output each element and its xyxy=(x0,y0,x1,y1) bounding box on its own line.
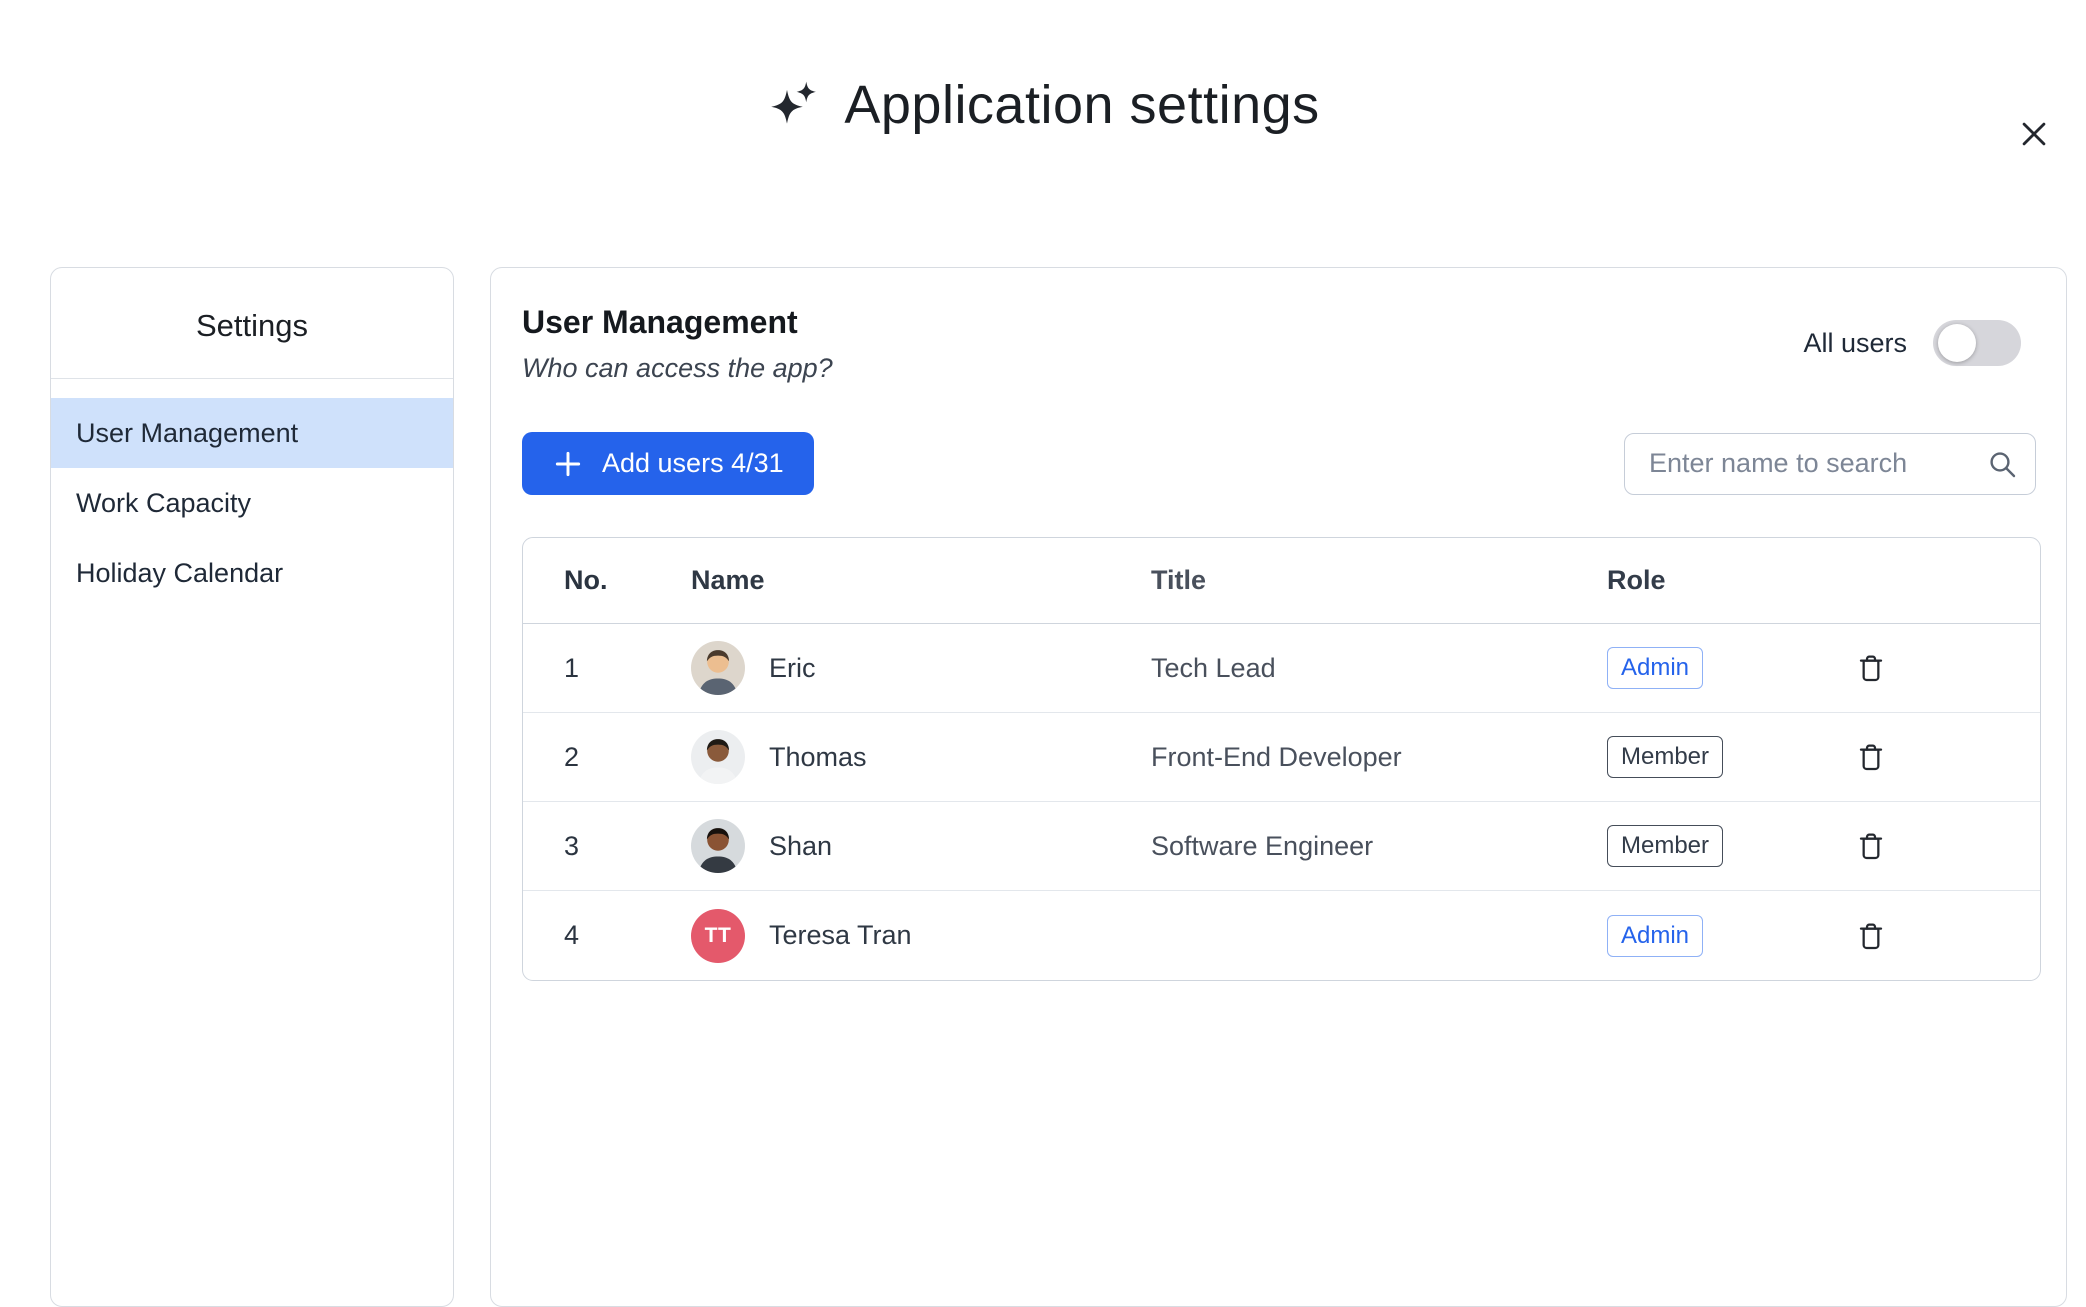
column-header-title: Title xyxy=(1123,565,1579,596)
avatar xyxy=(691,730,745,784)
plus-icon xyxy=(552,448,584,480)
panel-subtitle: Who can access the app? xyxy=(522,353,833,384)
delete-user-button[interactable] xyxy=(1855,652,1887,684)
table-row: 3 Shan Software Engineer Member xyxy=(523,802,2040,891)
trash-icon xyxy=(1855,652,1887,684)
close-button[interactable] xyxy=(2014,114,2054,154)
user-name: Shan xyxy=(769,831,832,862)
cell-role: Admin xyxy=(1579,647,1827,689)
cell-no: 2 xyxy=(523,742,663,773)
table-row: 4 TT Teresa Tran Admin xyxy=(523,891,2040,980)
search-input[interactable] xyxy=(1624,433,2036,495)
delete-user-button[interactable] xyxy=(1855,920,1887,952)
user-name: Thomas xyxy=(769,742,867,773)
cell-actions xyxy=(1827,920,2040,952)
add-users-label: Add users 4/31 xyxy=(602,448,784,479)
cell-no: 1 xyxy=(523,653,663,684)
all-users-toggle[interactable] xyxy=(1933,320,2021,366)
sidebar-item-user-management[interactable]: User Management xyxy=(51,398,453,468)
avatar xyxy=(691,641,745,695)
cell-title: Software Engineer xyxy=(1123,831,1579,862)
cell-name: TT Teresa Tran xyxy=(663,909,1123,963)
settings-sidebar: Settings User Management Work Capacity H… xyxy=(50,267,454,1307)
cell-title: Front-End Developer xyxy=(1123,742,1579,773)
close-icon xyxy=(2017,117,2051,151)
avatar xyxy=(691,819,745,873)
cell-actions xyxy=(1827,652,2040,684)
cell-role: Member xyxy=(1579,825,1827,867)
delete-user-button[interactable] xyxy=(1855,741,1887,773)
users-table: No. Name Title Role 1 Eric Tech Lead Adm… xyxy=(522,537,2041,981)
column-header-no: No. xyxy=(523,565,663,596)
cell-title: Tech Lead xyxy=(1123,653,1579,684)
trash-icon xyxy=(1855,830,1887,862)
role-badge[interactable]: Admin xyxy=(1607,915,1703,957)
sidebar-item-holiday-calendar[interactable]: Holiday Calendar xyxy=(51,538,453,608)
cell-no: 4 xyxy=(523,920,663,951)
cell-name: Eric xyxy=(663,641,1123,695)
application-settings-dialog: { "dialog": { "title": "Application sett… xyxy=(0,74,2086,1244)
all-users-control: All users xyxy=(1803,320,2021,366)
users-table-header: No. Name Title Role xyxy=(523,538,2040,624)
cell-actions xyxy=(1827,830,2040,862)
person-avatar-icon xyxy=(691,819,745,873)
toggle-knob xyxy=(1938,324,1976,362)
all-users-label: All users xyxy=(1803,328,1907,359)
person-avatar-icon xyxy=(691,730,745,784)
cell-role: Member xyxy=(1579,736,1827,778)
user-name: Eric xyxy=(769,653,816,684)
role-badge[interactable]: Member xyxy=(1607,825,1723,867)
avatar-initials: TT xyxy=(705,924,732,948)
role-badge[interactable]: Admin xyxy=(1607,647,1703,689)
panel-heading-group: User Management Who can access the app? xyxy=(522,304,833,384)
delete-user-button[interactable] xyxy=(1855,830,1887,862)
column-header-name: Name xyxy=(663,565,1123,596)
sidebar-title: Settings xyxy=(51,268,453,379)
person-avatar-icon xyxy=(691,641,745,695)
cell-name: Thomas xyxy=(663,730,1123,784)
trash-icon xyxy=(1855,741,1887,773)
cell-actions xyxy=(1827,741,2040,773)
search-box xyxy=(1624,433,2036,495)
add-users-button[interactable]: Add users 4/31 xyxy=(522,432,814,495)
cell-name: Shan xyxy=(663,819,1123,873)
user-management-panel: User Management Who can access the app? … xyxy=(490,267,2067,1307)
column-header-role: Role xyxy=(1579,565,1827,596)
role-badge[interactable]: Member xyxy=(1607,736,1723,778)
user-name: Teresa Tran xyxy=(769,920,912,951)
sparkles-icon xyxy=(766,77,822,133)
dialog-title: Application settings xyxy=(844,74,1319,136)
table-row: 1 Eric Tech Lead Admin xyxy=(523,624,2040,713)
users-table-body: 1 Eric Tech Lead Admin xyxy=(523,624,2040,980)
dialog-header: Application settings xyxy=(0,74,2086,136)
trash-icon xyxy=(1855,920,1887,952)
sidebar-item-work-capacity[interactable]: Work Capacity xyxy=(51,468,453,538)
panel-title: User Management xyxy=(522,304,833,341)
table-row: 2 Thomas Front-End Developer Member xyxy=(523,713,2040,802)
avatar: TT xyxy=(691,909,745,963)
cell-role: Admin xyxy=(1579,915,1827,957)
sidebar-nav: User Management Work Capacity Holiday Ca… xyxy=(51,398,453,608)
cell-no: 3 xyxy=(523,831,663,862)
